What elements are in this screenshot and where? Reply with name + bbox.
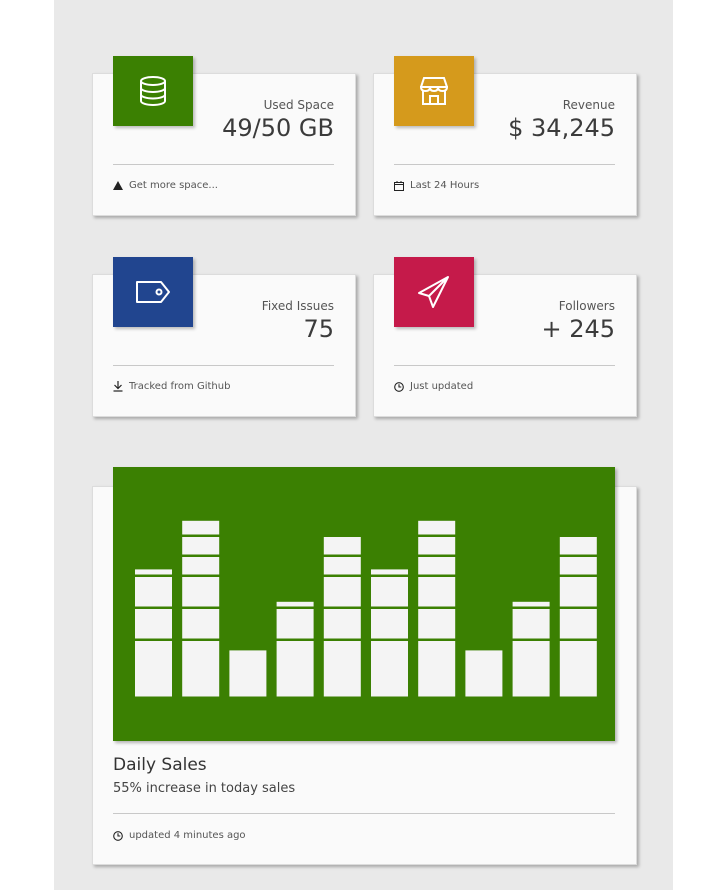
sales-bar-segment xyxy=(323,609,361,639)
used-space-icon-tile xyxy=(113,56,193,126)
clock-icon xyxy=(113,830,123,841)
daily-sales-bar-chart xyxy=(135,520,597,697)
card-footer-text: Get more space... xyxy=(129,180,218,191)
sales-bar xyxy=(559,537,597,697)
revenue-card[interactable]: Revenue $ 34,245 Last 24 Hours xyxy=(373,56,637,216)
daily-sales-chart xyxy=(113,467,615,741)
sales-bar xyxy=(323,537,361,697)
sales-bar-segment xyxy=(323,577,361,607)
sales-bar-segment xyxy=(465,650,503,697)
sales-bar xyxy=(371,569,408,697)
sales-bar-segment xyxy=(276,601,314,607)
calendar-icon xyxy=(394,180,404,191)
fixed-issues-icon-tile xyxy=(113,257,193,327)
sales-bar-segment xyxy=(371,577,408,607)
daily-sales-card[interactable]: Daily Sales 55% increase in today sales … xyxy=(92,467,637,865)
sales-bar xyxy=(182,520,220,697)
sales-bar-segment xyxy=(135,569,172,575)
sales-bar-segment xyxy=(512,641,550,697)
sales-bar-segment xyxy=(418,537,456,555)
card-value: 75 xyxy=(303,315,334,343)
sales-bar-segment xyxy=(418,577,456,607)
sales-bar-segment xyxy=(276,641,314,697)
download-icon xyxy=(113,381,123,392)
sales-bar-segment xyxy=(371,609,408,639)
sales-bar xyxy=(418,520,456,697)
card-label: Followers xyxy=(558,299,615,313)
sales-bar-segment xyxy=(276,609,314,639)
sales-bar-segment xyxy=(512,609,550,639)
card-divider xyxy=(394,365,615,366)
tag-icon xyxy=(136,281,170,303)
sales-bar-segment xyxy=(371,641,408,697)
card-divider xyxy=(113,164,334,165)
card-footer-text: Last 24 Hours xyxy=(410,180,480,191)
card-footer-text: Just updated xyxy=(410,381,474,392)
card-footer[interactable]: updated 4 minutes ago xyxy=(113,830,246,841)
card-footer-text: Tracked from Github xyxy=(129,381,231,392)
sales-bar-segment xyxy=(559,609,597,639)
sales-bar-segment xyxy=(182,641,220,697)
sales-bar xyxy=(276,601,314,697)
card-divider xyxy=(394,164,615,165)
sales-bar-segment xyxy=(135,641,172,697)
sales-bar-segment xyxy=(182,520,220,535)
sales-bar-segment xyxy=(418,641,456,697)
card-value: 49/50 GB xyxy=(222,114,334,142)
sales-bar xyxy=(512,601,550,697)
sales-bar-segment xyxy=(229,650,267,697)
sales-bar-segment xyxy=(559,557,597,575)
daily-sales-subtitle: 55% increase in today sales xyxy=(113,781,296,796)
revenue-icon-tile xyxy=(394,56,474,126)
card-footer[interactable]: Tracked from Github xyxy=(113,381,230,392)
card-divider xyxy=(113,813,615,814)
sales-bar xyxy=(229,650,267,697)
warning-icon xyxy=(113,181,123,190)
card-footer[interactable]: Last 24 Hours xyxy=(394,180,479,191)
used-space-card[interactable]: Used Space 49/50 GB Get more space... xyxy=(92,56,356,216)
sales-bar-segment xyxy=(559,641,597,697)
sales-bar xyxy=(135,569,172,697)
followers-card[interactable]: Followers + 245 Just updated xyxy=(373,257,637,417)
sales-bar-segment xyxy=(559,577,597,607)
sales-bar-segment xyxy=(371,569,408,575)
sales-bar-segment xyxy=(418,609,456,639)
sales-bar-segment xyxy=(182,557,220,575)
sales-bar-segment xyxy=(418,557,456,575)
sales-bar-segment xyxy=(323,557,361,575)
card-divider xyxy=(113,365,334,366)
card-value: + 245 xyxy=(541,315,615,343)
followers-icon-tile xyxy=(394,257,474,327)
card-value: $ 34,245 xyxy=(508,114,615,142)
database-icon xyxy=(140,76,166,106)
sales-bar-segment xyxy=(135,609,172,639)
sales-bar-segment xyxy=(323,641,361,697)
sales-bar-segment xyxy=(182,577,220,607)
clock-icon xyxy=(394,381,404,392)
sales-bar-segment xyxy=(418,520,456,535)
card-label: Fixed Issues xyxy=(261,299,334,313)
daily-sales-title: Daily Sales xyxy=(113,755,207,775)
fixed-issues-card[interactable]: Fixed Issues 75 Tracked from Github xyxy=(92,257,356,417)
card-footer[interactable]: Get more space... xyxy=(113,180,218,191)
card-footer[interactable]: Just updated xyxy=(394,381,473,392)
sales-bar-segment xyxy=(323,537,361,555)
sales-bar-segment xyxy=(135,577,172,607)
card-label: Used Space xyxy=(263,98,334,112)
card-footer-text: updated 4 minutes ago xyxy=(129,830,246,841)
paper-plane-icon xyxy=(418,276,449,308)
card-label: Revenue xyxy=(562,98,615,112)
dashboard-page: Used Space 49/50 GB Get more space... Re… xyxy=(54,0,673,890)
sales-bar-segment xyxy=(512,601,550,607)
sales-bar-segment xyxy=(182,609,220,639)
sales-bar xyxy=(465,650,503,697)
sales-bar-segment xyxy=(559,537,597,555)
store-icon xyxy=(419,77,449,105)
sales-bar-segment xyxy=(182,537,220,555)
